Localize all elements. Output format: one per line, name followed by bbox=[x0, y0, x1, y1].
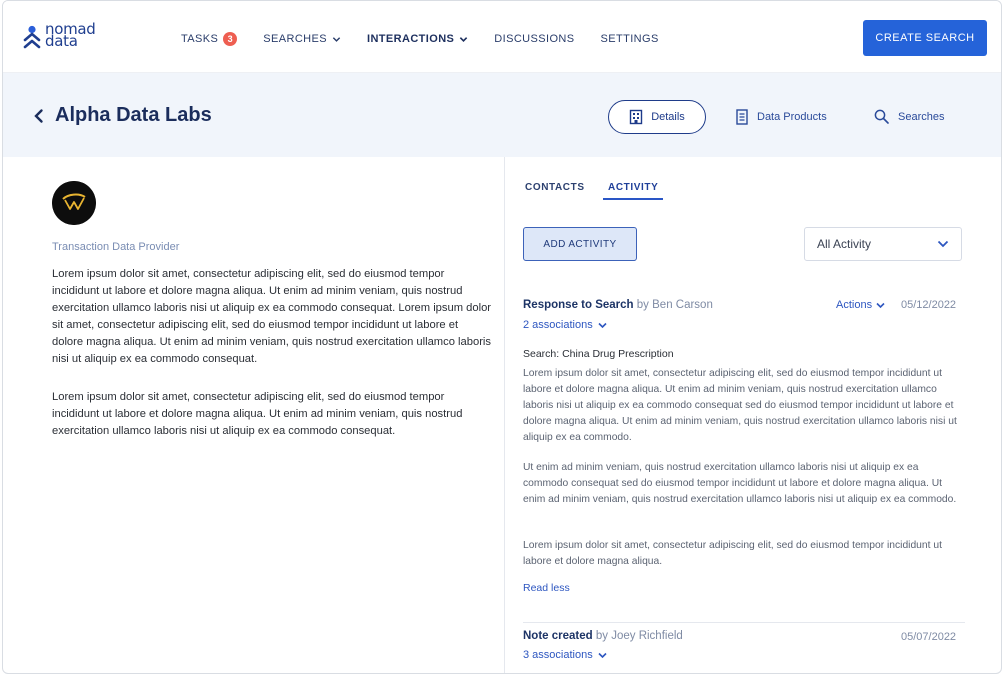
search-reference: Search: China Drug Prescription bbox=[523, 348, 674, 360]
activity-author-2: by Joey Richfield bbox=[595, 630, 683, 642]
tab-searches-label: Searches bbox=[898, 110, 945, 123]
nav-tasks-label: TASKS bbox=[181, 33, 219, 45]
company-logo-icon bbox=[52, 181, 96, 225]
search-icon bbox=[874, 109, 889, 124]
create-search-button[interactable]: CREATE SEARCH bbox=[863, 20, 987, 56]
nav-settings[interactable]: SETTINGS bbox=[601, 33, 659, 45]
associations-label-2: 3 associations bbox=[523, 649, 593, 661]
document-icon bbox=[736, 109, 748, 125]
chevron-left-icon bbox=[34, 108, 43, 123]
nav-settings-label: SETTINGS bbox=[600, 33, 659, 45]
logo-mark-icon bbox=[23, 25, 41, 49]
page-title: Alpha Data Labs bbox=[55, 104, 212, 126]
building-icon bbox=[629, 109, 643, 125]
tab-data-products-label: Data Products bbox=[757, 111, 827, 123]
tab-contacts[interactable]: CONTACTS bbox=[525, 182, 585, 193]
activity-author-1: by Ben Carson bbox=[636, 299, 713, 311]
tab-details-label: Details bbox=[651, 111, 685, 123]
company-avatar bbox=[52, 181, 96, 225]
tab-details[interactable]: Details bbox=[608, 100, 706, 134]
activity-body-1: Lorem ipsum dolor sit amet, consectetur … bbox=[523, 368, 957, 443]
nav-interactions-label: INTERACTIONS bbox=[366, 33, 455, 45]
nomad-data-logo[interactable]: nomad data bbox=[23, 22, 103, 53]
chevron-down-icon bbox=[937, 240, 949, 248]
chevron-down-icon bbox=[598, 652, 607, 658]
app-window: nomad data TASKS 3 SEARCHES INTERACTIONS… bbox=[2, 0, 1002, 674]
actions-label: Actions bbox=[836, 299, 873, 311]
activity-type-1: Response to Search bbox=[523, 299, 634, 311]
chevron-down-icon bbox=[598, 322, 607, 328]
activity-title-2: Note created by Joey Richfield bbox=[523, 630, 683, 642]
company-description-1: Lorem ipsum dolor sit amet, consectetur … bbox=[52, 268, 492, 365]
chevron-down-icon bbox=[460, 36, 468, 42]
activity-date-1: 05/12/2022 bbox=[901, 299, 957, 311]
activity-filter-value: All Activity bbox=[817, 237, 872, 251]
nav-searches-label: SEARCHES bbox=[263, 33, 327, 45]
tab-data-products[interactable]: Data Products bbox=[736, 109, 827, 125]
nav-tasks[interactable]: TASKS 3 bbox=[181, 32, 238, 46]
nav-discussions-label: DISCUSSIONS bbox=[494, 33, 575, 45]
activity-type-2: Note created bbox=[523, 630, 593, 642]
actions-menu[interactable]: Actions bbox=[836, 299, 885, 311]
read-less-link[interactable]: Read less bbox=[523, 582, 570, 594]
back-link[interactable]: Alpha Data Labs bbox=[33, 104, 212, 127]
activity-separator bbox=[523, 622, 965, 623]
activity-title-1: Response to Search by Ben Carson bbox=[523, 299, 713, 311]
activity-body-2: Ut enim ad minim veniam, quis nostrud ex… bbox=[523, 462, 957, 505]
activity-date-2: 05/07/2022 bbox=[901, 631, 957, 643]
company-type-label: Transaction Data Provider bbox=[52, 241, 180, 253]
top-navigation: nomad data TASKS 3 SEARCHES INTERACTIONS… bbox=[3, 1, 1001, 73]
activity-filter-select[interactable]: All Activity bbox=[804, 227, 962, 261]
nav-searches[interactable]: SEARCHES bbox=[263, 33, 341, 45]
main-menu: TASKS 3 SEARCHES INTERACTIONS DISCUSSION… bbox=[181, 31, 685, 47]
logo-wordmark: nomad data bbox=[45, 22, 96, 49]
chevron-down-icon bbox=[332, 36, 341, 42]
active-tab-indicator bbox=[603, 198, 663, 200]
tab-searches[interactable]: Searches bbox=[874, 109, 944, 124]
tasks-count-badge: 3 bbox=[223, 32, 238, 46]
activity-body-3: Lorem ipsum dolor sit amet, consectetur … bbox=[523, 540, 942, 567]
nav-interactions[interactable]: INTERACTIONS bbox=[367, 33, 468, 45]
panel-divider bbox=[504, 157, 505, 673]
associations-toggle-2[interactable]: 3 associations bbox=[523, 649, 607, 661]
associations-toggle-1[interactable]: 2 associations bbox=[523, 319, 607, 331]
tab-activity[interactable]: ACTIVITY bbox=[608, 182, 658, 193]
chevron-down-icon bbox=[876, 302, 885, 308]
nav-discussions[interactable]: DISCUSSIONS bbox=[494, 33, 574, 45]
associations-label-1: 2 associations bbox=[523, 319, 593, 331]
company-description-2: Lorem ipsum dolor sit amet, consectetur … bbox=[52, 391, 463, 437]
add-activity-button[interactable]: ADD ACTIVITY bbox=[523, 227, 637, 261]
